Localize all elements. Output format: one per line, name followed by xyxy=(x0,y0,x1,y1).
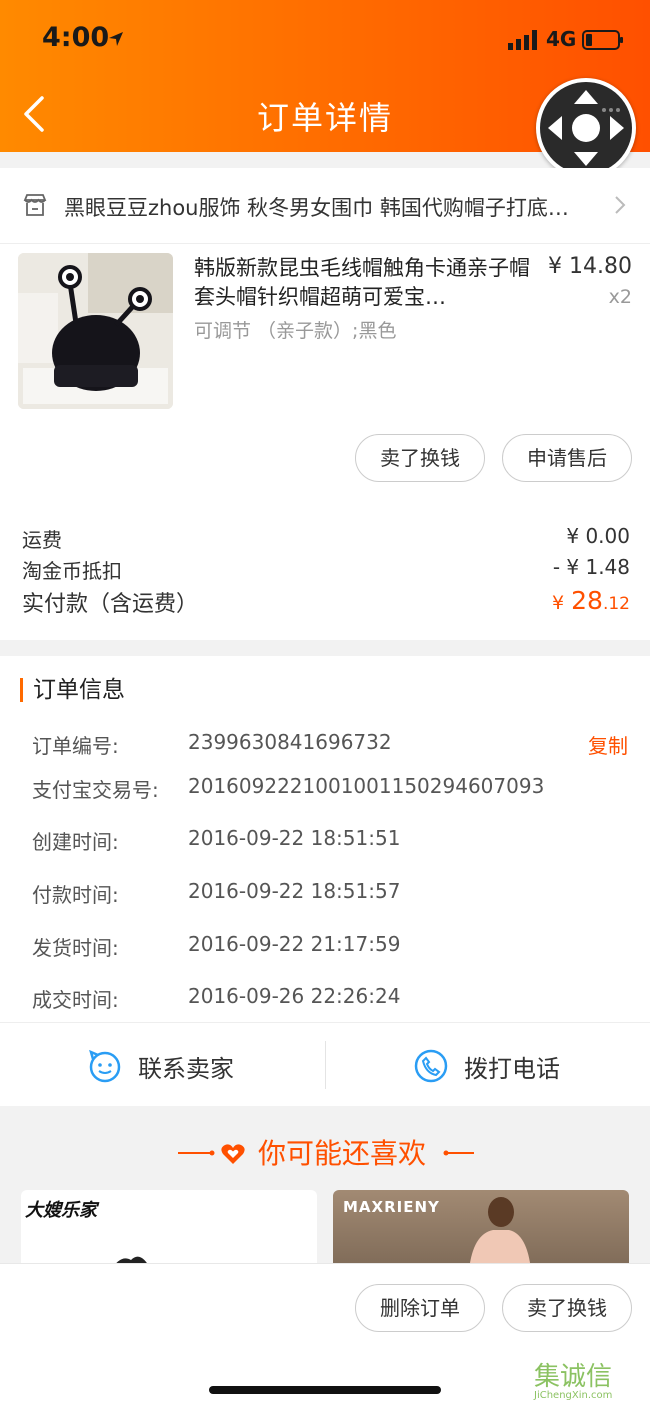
order-detail-page: 4:00 4G 订单详情 黑眼豆豆zhou服饰 秋冬男女围巾 韩国代购帽子打底…… xyxy=(0,0,650,1407)
recommend-card[interactable]: 大嫂乐家 xyxy=(21,1190,317,1270)
sell-for-cash-button-bottom[interactable]: 卖了换钱 xyxy=(502,1284,632,1332)
contact-seller-button[interactable]: 联系卖家 xyxy=(0,1023,325,1107)
copy-button[interactable]: 复制 xyxy=(588,730,628,759)
coin-deduction-row: 淘金币抵扣 - ¥ 1.48 xyxy=(22,555,630,584)
product-image xyxy=(469,1197,531,1270)
paid-total-label: 实付款（含运费） xyxy=(22,592,199,617)
divider-right-icon xyxy=(443,1150,474,1156)
dpad-icon xyxy=(548,90,624,166)
recommend-title: 你可能还喜欢 xyxy=(258,1137,427,1170)
network-type: 4G xyxy=(546,27,577,51)
product-title: 韩版新款昆虫毛线帽触角卡通亲子帽 套头帽针织帽超萌可爱宝… xyxy=(194,256,530,309)
paid-currency: ¥ xyxy=(552,592,565,614)
info-value: 2016092221001001150294607093 xyxy=(188,774,545,798)
shipping-fee-row: 运费 ¥ 0.00 xyxy=(22,524,630,553)
info-value: 2016-09-22 21:17:59 xyxy=(188,932,401,956)
battery-icon xyxy=(582,30,623,50)
info-label: 发货时间: xyxy=(32,936,119,960)
coin-deduction-label: 淘金币抵扣 xyxy=(22,559,122,583)
status-bar: 4:00 4G xyxy=(0,0,650,80)
product-quantity: x2 xyxy=(608,286,632,308)
paid-decimal: .12 xyxy=(602,594,630,614)
watermark-sub: JiChengXin.com xyxy=(534,1390,613,1401)
sell-for-cash-button[interactable]: 卖了换钱 xyxy=(355,434,485,482)
info-label: 创建时间: xyxy=(32,830,119,854)
paid-total-value: ¥ 28.12 xyxy=(552,586,630,615)
recommend-card-brand: MAXRIENY xyxy=(343,1198,440,1216)
signal-icon xyxy=(508,30,537,50)
info-label: 付款时间: xyxy=(32,883,119,907)
product-price: ¥ 14.80 xyxy=(548,254,632,279)
info-label: 订单编号: xyxy=(32,734,119,758)
info-label: 成交时间: xyxy=(32,988,119,1012)
bottom-action-bar: 删除订单 卖了换钱 集诚信 JiChengXin.com xyxy=(0,1263,650,1407)
recommend-card-brand: 大嫂乐家 xyxy=(25,1200,97,1221)
contact-bar: 联系卖家 拨打电话 xyxy=(0,1022,650,1106)
call-phone-label: 拨打电话 xyxy=(464,1055,560,1083)
product-sku: 可调节 （亲子款）;黑色 xyxy=(194,320,397,342)
after-sales-button[interactable]: 申请售后 xyxy=(502,434,632,482)
delete-order-button[interactable]: 删除订单 xyxy=(355,1284,485,1332)
phone-icon xyxy=(414,1049,448,1083)
shop-name: 黑眼豆豆zhou服饰 秋冬男女围巾 韩国代购帽子打底… xyxy=(64,196,569,220)
recommend-heading: 你可能还喜欢 xyxy=(0,1132,650,1172)
store-icon xyxy=(23,194,47,216)
paid-total-row: 实付款（含运费） ¥ 28.12 xyxy=(22,586,630,618)
info-label: 支付宝交易号: xyxy=(32,778,159,802)
heart-divider-left-icon xyxy=(178,1144,245,1164)
info-value: 2016-09-26 22:26:24 xyxy=(188,984,401,1008)
watermark-text: 集诚信 xyxy=(534,1362,613,1392)
recommend-card[interactable]: MAXRIENY xyxy=(333,1190,629,1270)
floating-control-button[interactable] xyxy=(536,78,636,178)
shipping-label: 运费 xyxy=(22,528,62,552)
chevron-right-icon xyxy=(615,196,626,214)
product-thumbnail xyxy=(18,253,173,409)
order-info-card: 订单信息 订单编号: 2399630841696732 复制 支付宝交易号: 2… xyxy=(0,656,650,1022)
order-info-heading: 订单信息 xyxy=(20,678,125,702)
shipping-value: ¥ 0.00 xyxy=(566,524,630,548)
call-phone-button[interactable]: 拨打电话 xyxy=(326,1023,650,1107)
info-value: 2016-09-22 18:51:51 xyxy=(188,826,401,850)
product-row[interactable]: 韩版新款昆虫毛线帽触角卡通亲子帽 套头帽针织帽超萌可爱宝… 可调节 （亲子款）;… xyxy=(0,244,650,424)
chat-smile-icon xyxy=(89,1049,121,1083)
location-arrow-icon xyxy=(109,32,123,46)
order-item-card: 黑眼豆豆zhou服饰 秋冬男女围巾 韩国代购帽子打底… 韩版新款昆虫毛线帽触角卡… xyxy=(0,168,650,640)
status-time: 4:00 xyxy=(42,22,110,53)
shop-row[interactable]: 黑眼豆豆zhou服饰 秋冬男女围巾 韩国代购帽子打底… xyxy=(0,168,650,244)
contact-seller-label: 联系卖家 xyxy=(138,1055,234,1083)
coin-deduction-value: - ¥ 1.48 xyxy=(552,555,630,579)
home-indicator[interactable] xyxy=(209,1386,441,1394)
paid-integer: 28 xyxy=(571,586,603,615)
watermark-logo: 集诚信 JiChengXin.com xyxy=(532,1356,644,1404)
info-value: 2399630841696732 xyxy=(188,730,392,754)
info-value: 2016-09-22 18:51:57 xyxy=(188,879,401,903)
